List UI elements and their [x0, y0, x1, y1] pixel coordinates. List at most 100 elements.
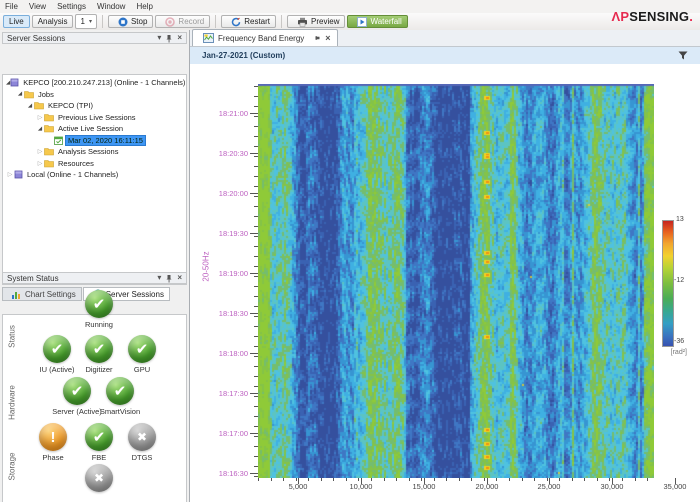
stop-label: Stop [130, 17, 148, 26]
axis-tick [254, 136, 258, 137]
menu-window[interactable]: Window [97, 2, 125, 11]
axis-tick [634, 478, 636, 481]
status-icon-fbe: ✔ [85, 423, 113, 451]
channel-select[interactable]: 1 ▾ [75, 14, 97, 29]
axis-tick [254, 246, 258, 247]
axis-tick [254, 356, 258, 357]
axis-tick [308, 478, 310, 481]
pin-icon[interactable] [165, 274, 173, 283]
live-label: Live [9, 17, 24, 26]
server-icon [10, 78, 19, 87]
tree-item-label: Mar 02, 2020 16:11:15 [65, 134, 146, 146]
axis-tick [254, 236, 258, 237]
axis-tick [471, 478, 473, 481]
restart-button[interactable]: Restart [221, 15, 277, 28]
menu-help[interactable]: Help [136, 2, 152, 11]
pin-icon[interactable] [165, 34, 173, 43]
colorbar-mid-label: -12 [674, 277, 685, 284]
hardware-group-label: Hardware [7, 385, 17, 420]
axis-tick [254, 396, 258, 397]
expander-open-icon[interactable]: ◢ [36, 126, 44, 132]
expander-closed-icon[interactable]: ▷ [6, 171, 14, 178]
tree-item[interactable]: ▷ Previous Live Sessions [3, 112, 186, 124]
colorbar [662, 220, 674, 347]
axis-tick [254, 206, 258, 207]
record-icon [165, 16, 176, 27]
tree-item[interactable]: ◢ KEPCO (TPI) [3, 100, 186, 112]
axis-tick [675, 478, 676, 484]
axis-tick [254, 466, 258, 467]
expander-closed-icon[interactable]: ▷ [36, 160, 44, 167]
axis-tick [421, 478, 423, 481]
document-tab-bar: Frequency Band Energy × [190, 29, 700, 47]
tree-item[interactable]: ◢ Active Live Session [3, 123, 186, 135]
analysis-button[interactable]: Analysis [31, 15, 74, 28]
tree-item[interactable]: ▷ Analysis Sessions [3, 146, 186, 158]
tree-item[interactable]: ◢ KEPCO [200.210.247.213] (Online - 1 Cha… [3, 77, 186, 89]
panel-menu-icon[interactable]: ▾ [157, 274, 161, 282]
axis-tick [584, 478, 586, 481]
axis-tick [370, 478, 372, 481]
menu-settings[interactable]: Settings [57, 2, 86, 11]
preview-button[interactable]: Preview [287, 15, 346, 28]
axis-tick [250, 113, 258, 114]
axis-tick [254, 406, 258, 407]
status-icon-iu-active: ✔ [43, 335, 71, 363]
filter-funnel-icon[interactable] [678, 51, 688, 62]
axis-tick [283, 478, 285, 481]
y-axis-label: 20-50Hz [201, 251, 211, 282]
axis-tick [250, 153, 258, 154]
tree-item[interactable]: ▷ Resources [3, 158, 186, 170]
tab-close-icon[interactable]: × [325, 33, 330, 43]
tree-item-label: KEPCO (TPI) [48, 101, 94, 111]
axis-tick [254, 106, 258, 107]
axis-tick [254, 96, 258, 97]
axis-tick [254, 256, 258, 257]
tree-item-label: Analysis Sessions [58, 147, 119, 157]
expander-open-icon[interactable]: ◢ [26, 103, 34, 109]
axis-tick [254, 376, 258, 377]
waterfall-button[interactable]: Waterfall [347, 15, 408, 28]
axis-tick [254, 216, 258, 217]
panel-menu-icon[interactable]: ▾ [157, 34, 161, 42]
time-tick-label: 18:20:30 [218, 149, 248, 158]
tree-item[interactable]: ◢ Jobs [3, 89, 186, 101]
restart-icon [231, 17, 241, 27]
axis-tick [546, 478, 548, 481]
axis-tick [254, 366, 258, 367]
axis-tick [424, 478, 425, 484]
close-icon[interactable]: × [177, 34, 182, 42]
status-label-smartvision: SmartVision [99, 407, 141, 416]
axis-tick [345, 478, 347, 481]
server-sessions-title: Server Sessions [7, 33, 66, 43]
axis-tick [358, 478, 360, 481]
waterfall-canvas[interactable] [258, 84, 654, 478]
axis-tick [250, 433, 258, 434]
status-label-gpu: GPU [133, 365, 151, 374]
time-tick-label: 18:16:30 [218, 469, 248, 478]
tree-item[interactable]: Mar 02, 2020 16:11:15 [3, 134, 186, 147]
axis-tick [254, 116, 258, 117]
stop-button[interactable]: Stop [107, 15, 154, 28]
axis-tick [295, 478, 297, 481]
expander-open-icon[interactable]: ◢ [16, 91, 24, 97]
tree-item-label: Local (Online - 1 Channels) [27, 170, 119, 180]
expander-closed-icon[interactable]: ▷ [36, 148, 44, 155]
tab-chart-settings[interactable]: Chart Settings [2, 287, 82, 301]
menu-file[interactable]: File [5, 2, 18, 11]
expander-closed-icon[interactable]: ▷ [36, 114, 44, 121]
axis-tick [250, 273, 258, 274]
stop-icon [118, 17, 128, 27]
menu-view[interactable]: View [29, 2, 46, 11]
axis-tick [254, 226, 258, 227]
tree-item[interactable]: ▷ Local (Online - 1 Channels) [3, 169, 186, 181]
toolbar-separator [281, 15, 283, 28]
record-button[interactable]: Record [155, 15, 211, 28]
pin-icon[interactable] [312, 34, 321, 42]
tab-frequency-band-energy[interactable]: Frequency Band Energy × [192, 29, 338, 46]
live-button[interactable]: Live [3, 15, 30, 28]
axis-tick [396, 478, 398, 481]
toolbar-separator [101, 15, 103, 28]
status-icon-gpu: ✔ [128, 335, 156, 363]
close-icon[interactable]: × [177, 274, 182, 282]
